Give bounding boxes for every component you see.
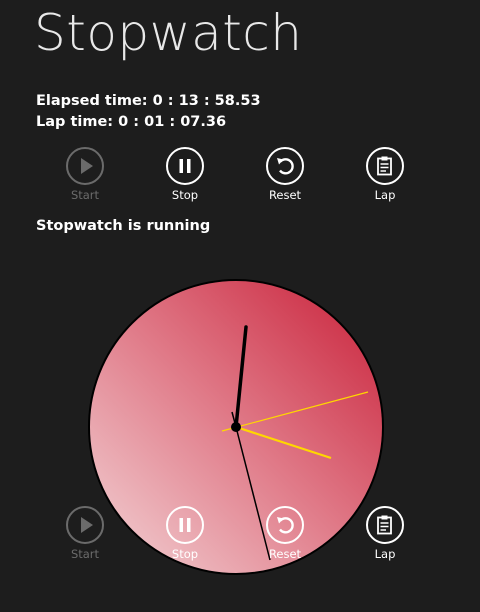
- overlay-stop-button-label: Stop: [171, 547, 199, 561]
- elapsed-time-label: Elapsed time:: [36, 93, 153, 109]
- overlay-reset-button-label: Reset: [268, 547, 302, 561]
- lap-time-value: 0 : 01 : 07.36: [118, 114, 227, 130]
- overlay-lap-button-label: Lap: [374, 547, 396, 561]
- play-icon: [81, 517, 93, 533]
- lap-time-readout: Lap time: 0 : 01 : 07.36: [36, 114, 226, 130]
- overlay-stop-button[interactable]: Stop: [135, 506, 235, 566]
- elapsed-time-value: 0 : 13 : 58.53: [152, 93, 261, 109]
- overlay-start-button-label: Start: [70, 547, 100, 561]
- elapsed-time-readout: Elapsed time: 0 : 13 : 58.53: [36, 93, 261, 109]
- reset-icon: [277, 158, 294, 175]
- overlay-start-button[interactable]: Start: [35, 506, 135, 566]
- clock-center-pin: [231, 422, 241, 432]
- start-button[interactable]: Start: [35, 147, 135, 207]
- app-title: Stopwatch: [34, 4, 303, 62]
- stop-button[interactable]: Stop: [135, 147, 235, 207]
- lap-button[interactable]: Lap: [335, 147, 435, 207]
- pause-icon: [179, 159, 191, 173]
- command-bar: Start Stop Reset Lap: [35, 147, 435, 207]
- lap-button-label: Lap: [374, 188, 396, 202]
- overlay-reset-button[interactable]: Reset: [235, 506, 335, 566]
- overlay-command-bar: Start Stop Reset Lap: [35, 506, 435, 566]
- reset-button[interactable]: Reset: [235, 147, 335, 207]
- clipboard-icon: [377, 156, 392, 176]
- stop-button-label: Stop: [171, 188, 199, 202]
- pause-icon: [179, 518, 191, 532]
- reset-icon: [277, 517, 294, 534]
- reset-button-label: Reset: [268, 188, 302, 202]
- clipboard-icon: [377, 515, 392, 535]
- start-button-label: Start: [70, 188, 100, 202]
- overlay-lap-button[interactable]: Lap: [335, 506, 435, 566]
- play-icon: [81, 158, 93, 174]
- status-text: Stopwatch is running: [36, 218, 211, 234]
- lap-time-label: Lap time:: [36, 114, 119, 130]
